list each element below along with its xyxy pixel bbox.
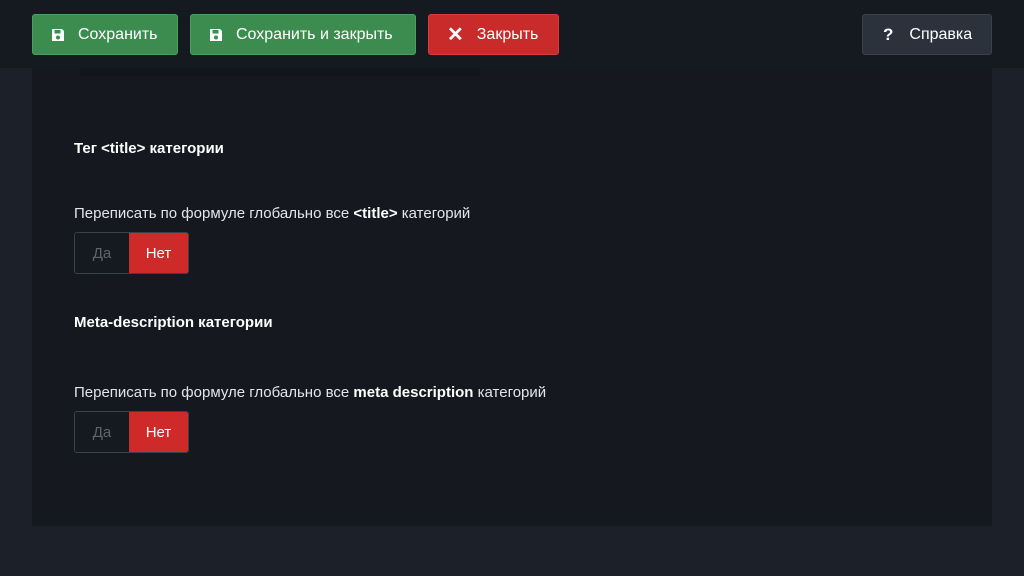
field-label-meta-rewrite: Переписать по формуле глобально все meta… (74, 384, 547, 401)
section-title-title-tag: Тег <title> категории (74, 140, 224, 157)
close-icon: ✕ (447, 23, 464, 46)
save-and-close-button[interactable]: Сохранить и закрыть (190, 14, 416, 55)
settings-panel (32, 68, 992, 526)
close-button-label: Закрыть (476, 25, 539, 43)
toggle-option-no[interactable]: Нет (129, 233, 188, 273)
field-label-title-rewrite: Переписать по формуле глобально все <tit… (74, 205, 471, 222)
section-title-meta-description: Meta-description категории (74, 314, 273, 331)
meta-rewrite-toggle: Да Нет (74, 411, 189, 453)
toolbar: Сохранить Сохранить и закрыть ✕ Закрыть … (0, 0, 1024, 68)
toggle-option-yes[interactable]: Да (75, 233, 129, 273)
help-button-label: Справка (909, 25, 973, 43)
question-icon: ? (883, 24, 894, 44)
help-button[interactable]: ? Справка (862, 14, 992, 55)
floppy-disk-icon (51, 28, 65, 42)
toggle-option-no[interactable]: Нет (129, 412, 188, 452)
divider (80, 68, 480, 76)
toggle-option-yes[interactable]: Да (75, 412, 129, 452)
save-button[interactable]: Сохранить (32, 14, 178, 55)
title-rewrite-toggle: Да Нет (74, 232, 189, 274)
save-button-label: Сохранить (78, 25, 158, 43)
floppy-disk-icon (209, 28, 223, 42)
save-and-close-button-label: Сохранить и закрыть (236, 25, 393, 43)
close-button[interactable]: ✕ Закрыть (428, 14, 559, 55)
